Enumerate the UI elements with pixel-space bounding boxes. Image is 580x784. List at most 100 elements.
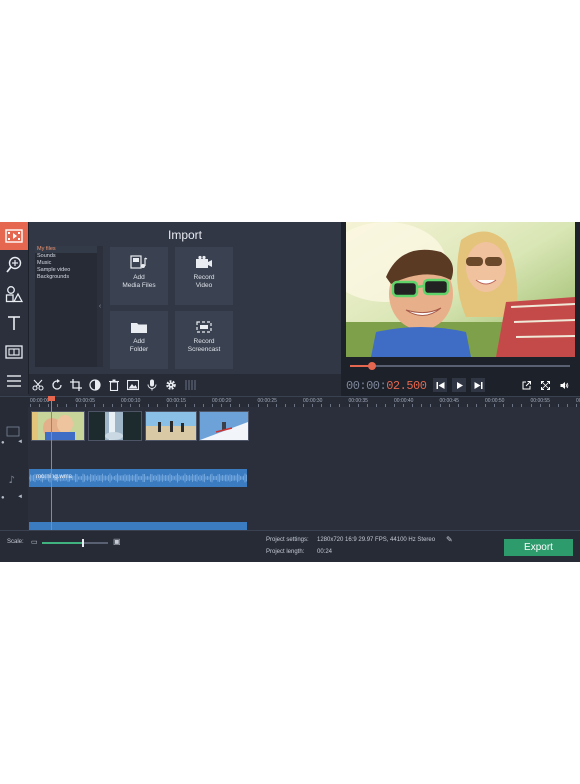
playhead-handle[interactable] <box>48 396 55 401</box>
delete-icon <box>109 379 119 391</box>
video-track-eye-icon[interactable]: ● <box>1 440 5 446</box>
next-button[interactable] <box>471 378 485 392</box>
add-media-files-button[interactable]: Add Media Files <box>110 247 168 305</box>
clip-thumbnail-waterfall <box>89 412 141 440</box>
transitions-icon <box>5 345 23 359</box>
video-track-mute-icon[interactable]: ◄ <box>17 439 23 445</box>
playback-progress-bar[interactable] <box>350 362 570 370</box>
folder-icon <box>131 323 147 333</box>
preview-video-frame[interactable] <box>346 222 575 357</box>
edit-toolbar <box>29 374 341 396</box>
video-clip-4[interactable] <box>199 411 249 441</box>
equalizer-button[interactable] <box>183 378 197 392</box>
category-backgrounds[interactable]: Backgrounds <box>35 274 97 281</box>
clip-thumbnail-couple <box>32 412 84 440</box>
add-folder-label: Add Folder <box>129 338 149 353</box>
filters-icon <box>6 256 22 273</box>
clip-thumbnail-beach <box>146 412 196 440</box>
skip-forward-icon <box>474 381 482 389</box>
category-sample-video[interactable]: Sample video <box>35 267 97 274</box>
play-button[interactable] <box>452 378 466 392</box>
playhead[interactable] <box>51 396 52 530</box>
previous-button[interactable] <box>433 378 447 392</box>
player-controls: 00:00:02.500 <box>341 374 580 396</box>
more-tab-button[interactable] <box>0 367 28 395</box>
transitions-tab-button[interactable] <box>0 338 28 366</box>
cut-icon <box>32 379 44 391</box>
project-settings-value: 1280x720 16:9 29.97 FPS, 44100 Hz Stereo <box>317 537 436 543</box>
chevron-left-icon: ‹ <box>98 303 102 310</box>
cut-button[interactable] <box>31 378 45 392</box>
collapse-handle[interactable]: ‹ <box>97 246 103 367</box>
import-panel: Import My files Sounds Music Sample vide… <box>29 222 341 374</box>
titles-tab-button[interactable] <box>0 309 28 337</box>
color-adjust-icon <box>89 379 101 391</box>
skip-back-icon <box>436 381 444 389</box>
timeline-tracks: ♪ ● ◄ ● ◄ morning.wma <box>0 407 580 530</box>
rotate-icon <box>52 379 62 390</box>
video-clip-2[interactable] <box>88 411 142 441</box>
stickers-icon <box>5 286 23 303</box>
scale-slider-handle[interactable] <box>81 539 84 547</box>
speaker-icon <box>560 381 568 389</box>
more-icon <box>7 375 21 387</box>
play-icon <box>456 381 463 389</box>
status-bar: Scale: ▭ ▣ Project settings: 1280x720 16… <box>0 530 580 562</box>
track-headers: ♪ ● ◄ ● ◄ <box>0 407 28 530</box>
record-audio-button[interactable] <box>145 378 159 392</box>
volume-button[interactable] <box>557 378 571 392</box>
fullscreen-icon <box>540 380 550 390</box>
video-clip-3[interactable] <box>145 411 197 441</box>
color-adjust-button[interactable] <box>88 378 102 392</box>
import-title: Import <box>167 228 202 242</box>
detach-preview-button[interactable] <box>519 378 533 392</box>
record-screencast-label: Record Screencast <box>187 338 221 353</box>
stickers-tab-button[interactable] <box>0 280 28 308</box>
filters-tab-button[interactable] <box>0 251 28 279</box>
tool-rail <box>0 222 29 394</box>
zoom-out-icon[interactable]: ▭ <box>31 538 38 546</box>
import-icon <box>5 229 23 243</box>
clip-settings-button[interactable] <box>164 378 178 392</box>
track-header-icons: ♪ <box>6 426 20 486</box>
record-video-button[interactable]: Record Video <box>175 247 233 305</box>
record-screencast-button[interactable]: Record Screencast <box>175 311 233 369</box>
project-settings-label: Project settings: <box>266 537 309 543</box>
svg-text:♪: ♪ <box>9 475 15 486</box>
category-my-files[interactable]: My files <box>35 246 97 253</box>
equalizer-icon <box>185 380 196 390</box>
audio-clip-2[interactable] <box>29 522 247 530</box>
image-icon <box>127 379 139 391</box>
record-video-label: Record Video <box>193 274 215 289</box>
category-music[interactable]: Music <box>35 260 97 267</box>
screencast-icon <box>196 321 212 333</box>
add-folder-button[interactable]: Add Folder <box>110 311 168 369</box>
import-category-list: My files Sounds Music Sample video Backg… <box>35 246 97 367</box>
microphone-icon <box>147 379 157 391</box>
scale-slider[interactable] <box>42 539 108 547</box>
zoom-in-icon[interactable]: ▣ <box>113 537 121 546</box>
playback-progress-handle[interactable] <box>368 362 376 370</box>
rotate-button[interactable] <box>50 378 64 392</box>
clip-thumbnail-ski <box>200 412 248 440</box>
video-clip-1[interactable] <box>31 411 85 441</box>
audio-track-eye-icon[interactable]: ● <box>1 495 5 501</box>
settings-icon <box>166 380 176 390</box>
insert-image-button[interactable] <box>126 378 140 392</box>
audio-track-mute-icon[interactable]: ◄ <box>17 494 23 500</box>
category-sounds[interactable]: Sounds <box>35 253 97 260</box>
video-editor-window: Import My files Sounds Music Sample vide… <box>0 222 580 562</box>
edit-settings-icon[interactable]: ✎ <box>446 535 453 544</box>
audio-clip[interactable]: morning.wma <box>29 469 247 487</box>
camera-icon <box>196 255 212 268</box>
crop-button[interactable] <box>69 378 83 392</box>
import-tab-button[interactable] <box>0 222 28 250</box>
project-length-value: 00:24 <box>317 549 333 555</box>
delete-button[interactable] <box>107 378 121 392</box>
audio-clip-label: morning.wma <box>36 474 73 480</box>
timecode-dim: 00:00: <box>346 379 387 393</box>
preview-image <box>346 222 575 357</box>
timecode-current: 02.500 <box>386 379 427 393</box>
fullscreen-button[interactable] <box>538 378 552 392</box>
export-button[interactable]: Export <box>504 539 573 556</box>
